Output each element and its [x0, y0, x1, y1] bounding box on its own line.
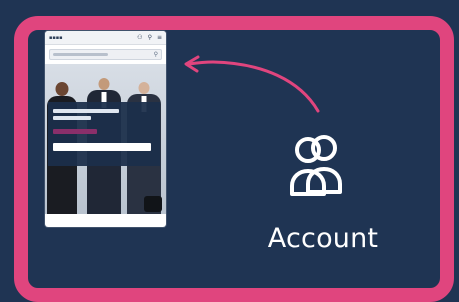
curved-arrow-icon	[184, 55, 320, 113]
users-icon	[290, 135, 342, 196]
account-label: Account	[267, 223, 379, 254]
